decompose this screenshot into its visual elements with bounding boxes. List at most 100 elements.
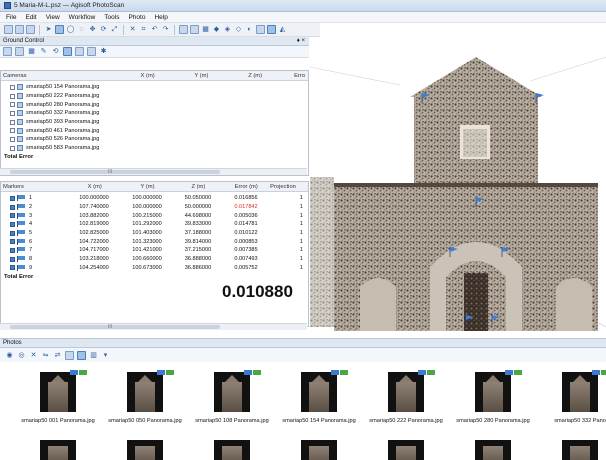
photo-image[interactable] — [562, 372, 598, 412]
marker-z[interactable]: 39.833000 — [173, 221, 223, 227]
photo-image[interactable] — [475, 372, 511, 412]
tool-icon[interactable]: ✱ — [99, 47, 108, 56]
remove-camera-icon[interactable]: ✕ — [29, 351, 38, 360]
marker-checkbox[interactable] — [10, 256, 15, 262]
marker-x[interactable]: 104.717000 — [67, 247, 121, 253]
move-object-icon[interactable]: ✥ — [88, 25, 97, 34]
thumbnail-size-icon[interactable] — [65, 350, 74, 360]
camera-row[interactable]: smariap50 222 Panorama.jpg — [10, 92, 308, 101]
marker-row[interactable]: 6 104.722000 101.323000 39.814000 0.000853 1 — [10, 237, 308, 246]
photo-thumbnail-next-row[interactable] — [127, 440, 163, 460]
marker-checkbox[interactable] — [10, 213, 15, 219]
delete-selection-icon[interactable]: ✕ — [128, 25, 137, 34]
camera-checkbox[interactable] — [10, 145, 15, 151]
marker-z[interactable]: 37.188000 — [173, 230, 223, 236]
toggle-view-icon[interactable] — [63, 47, 72, 56]
marker-y[interactable]: 100.000000 — [121, 204, 173, 210]
shaded-view-icon[interactable]: ◆ — [212, 25, 221, 34]
photo-thumbnail[interactable]: smariap50 154 Panorama.jpg — [279, 370, 359, 424]
marker-z[interactable]: 39.814000 — [173, 239, 223, 245]
marker-y[interactable]: 100.000000 — [121, 195, 173, 201]
photo-thumbnail[interactable]: smariap50 222 Panorama.jpg — [366, 370, 446, 424]
marker-y[interactable]: 101.403000 — [121, 230, 173, 236]
camera-checkbox[interactable] — [10, 93, 15, 99]
textured-view-icon[interactable]: ◈ — [223, 25, 232, 34]
camera-row[interactable]: smariap50 526 Panorama.jpg — [10, 135, 308, 144]
settings-icon[interactable] — [87, 47, 96, 56]
marker-x[interactable]: 102.825000 — [67, 230, 121, 236]
marker-z[interactable]: 50.000000 — [173, 204, 223, 210]
marker-checkbox[interactable] — [10, 239, 15, 245]
photo-thumbnail-next-row[interactable] — [40, 440, 76, 460]
marker-row[interactable]: 7 104.717000 101.421000 37.215000 0.007385 1 — [10, 246, 308, 255]
grid-view-icon[interactable] — [179, 25, 188, 34]
menu-workflow[interactable]: Workflow — [69, 14, 96, 21]
marker-checkbox[interactable] — [10, 204, 15, 210]
camera-checkbox[interactable] — [10, 110, 15, 116]
marker-y[interactable]: 100.673000 — [121, 265, 173, 271]
import-icon[interactable] — [3, 47, 12, 56]
menu-file[interactable]: File — [6, 14, 16, 21]
active-view-icon[interactable] — [267, 25, 276, 34]
marker-row[interactable]: 1 100.000000 100.000000 50.050000 0.016856 1 — [10, 194, 308, 203]
camera-checkbox[interactable] — [10, 84, 15, 90]
photo-thumbnail[interactable]: smariap50 280 Panorama.jpg — [453, 370, 533, 424]
cameras-view-icon[interactable]: ◇ — [234, 25, 243, 34]
marker-y[interactable]: 100.660000 — [121, 256, 173, 262]
select-free-icon[interactable]: ◌ — [77, 25, 86, 34]
extra-view-icon[interactable]: ◭ — [278, 25, 287, 34]
menu-edit[interactable]: Edit — [25, 14, 36, 21]
photo-thumbnail-next-row[interactable] — [301, 440, 337, 460]
marker-row[interactable]: 8 103.218000 100.660000 36.888000 0.007493 1 — [10, 255, 308, 264]
panel-float-close-controls[interactable]: ♦ × — [297, 38, 305, 44]
col-z[interactable]: Z (m) — [246, 73, 292, 79]
marker-x[interactable]: 100.000000 — [67, 195, 121, 201]
camera-checkbox[interactable] — [10, 128, 15, 134]
markers-view-icon[interactable]: ◐ — [245, 25, 254, 34]
redo-icon[interactable]: ↷ — [161, 25, 170, 34]
marker-x[interactable]: 107.740000 — [67, 204, 121, 210]
marker-y[interactable]: 100.215000 — [121, 213, 173, 219]
disable-camera-icon[interactable]: ◎ — [17, 351, 26, 360]
marker-x[interactable]: 104.254000 — [67, 265, 121, 271]
menu-help[interactable]: Help — [154, 14, 167, 21]
photo-image[interactable] — [127, 372, 163, 412]
marker-y[interactable]: 101.421000 — [121, 247, 173, 253]
marker-row[interactable]: 2 107.740000 100.000000 50.000000 0.017842 1 — [10, 203, 308, 212]
filter-icon[interactable]: ⇄ — [53, 351, 62, 360]
col-cameras[interactable]: Cameras — [1, 73, 139, 79]
photo-thumbnail[interactable]: smariap50 108 Panorama.jpg — [192, 370, 272, 424]
model-viewport[interactable] — [310, 37, 606, 335]
export-icon[interactable] — [15, 47, 24, 56]
camera-checkbox[interactable] — [10, 136, 15, 142]
select-rectangle-icon[interactable] — [55, 25, 64, 34]
edit-pencil-icon[interactable]: ✎ — [39, 47, 48, 56]
col-marker-x[interactable]: X (m) — [67, 184, 121, 190]
menu-view[interactable]: View — [46, 14, 60, 21]
marker-row[interactable]: 9 104.254000 100.673000 36.886000 0.005752 1 — [10, 264, 308, 273]
crop-selection-icon[interactable]: ⌗ — [139, 25, 148, 34]
camera-row[interactable]: smariap50 154 Panorama.jpg — [10, 83, 308, 92]
photo-thumbnail-next-row[interactable] — [388, 440, 424, 460]
marker-z[interactable]: 44.698000 — [173, 213, 223, 219]
photo-image[interactable] — [388, 372, 424, 412]
col-markers[interactable]: Markers — [1, 184, 67, 190]
photo-image[interactable] — [301, 372, 337, 412]
marker-row[interactable]: 3 103.882000 100.215000 44.698000 0.005036 1 — [10, 211, 308, 220]
marker-row[interactable]: 4 102.819000 101.292000 39.833000 0.014781 1 — [10, 220, 308, 229]
point-cloud-view-icon[interactable] — [190, 25, 199, 34]
camera-row[interactable]: smariap50 280 Panorama.jpg — [10, 100, 308, 109]
marker-y[interactable]: 101.323000 — [121, 239, 173, 245]
chevron-down-icon[interactable]: ▾ — [101, 351, 110, 360]
marker-z[interactable]: 50.050000 — [173, 195, 223, 201]
camera-row[interactable]: smariap50 583 Panorama.jpg — [10, 144, 308, 153]
camera-row[interactable]: smariap50 332 Panorama.jpg — [10, 109, 308, 118]
save-icon[interactable] — [26, 25, 35, 34]
thumbnail-view-icon[interactable] — [77, 350, 86, 360]
marker-x[interactable]: 103.218000 — [67, 256, 121, 262]
menu-tools[interactable]: Tools — [104, 14, 119, 21]
cameras-horizontal-scrollbar[interactable]: III — [0, 168, 307, 175]
col-y[interactable]: Y (m) — [192, 73, 246, 79]
marker-y[interactable]: 101.292000 — [121, 221, 173, 227]
marker-checkbox[interactable] — [10, 195, 15, 201]
